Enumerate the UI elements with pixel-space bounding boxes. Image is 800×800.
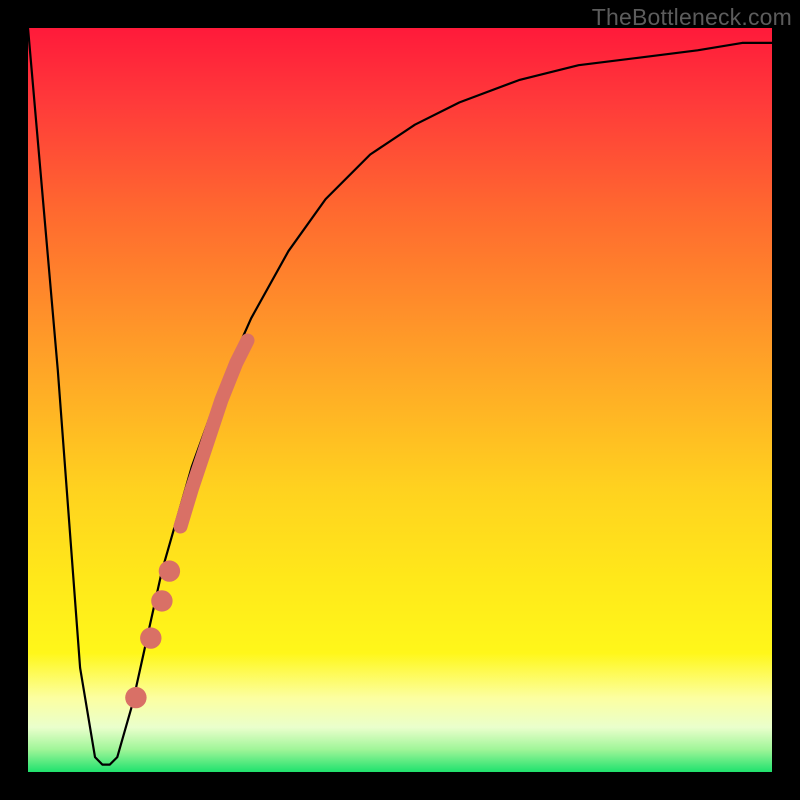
highlight-point: [159, 560, 180, 581]
highlight-point: [151, 590, 172, 611]
highlight-point: [140, 627, 161, 648]
highlight-points: [125, 560, 180, 708]
plot-svg: [28, 28, 772, 772]
plot-frame: [28, 28, 772, 772]
watermark-text: TheBottleneck.com: [592, 4, 792, 31]
highlight-segment: [181, 341, 248, 527]
highlight-point: [125, 687, 146, 708]
bottleneck-curve: [28, 28, 772, 765]
